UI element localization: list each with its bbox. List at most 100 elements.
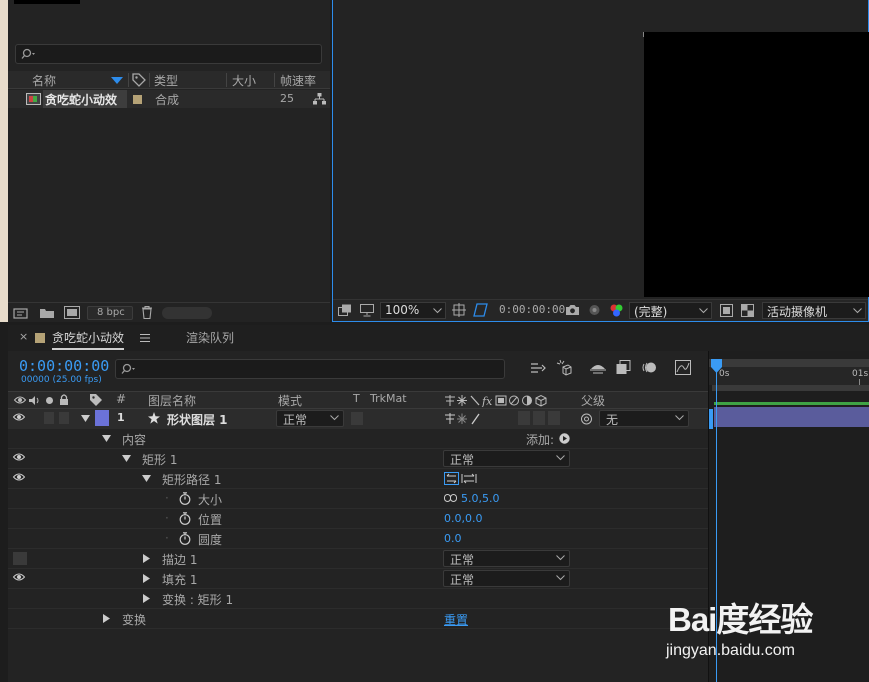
project-item-name[interactable]: 贪吃蛇小动效 bbox=[45, 91, 117, 108]
label-tag-icon[interactable] bbox=[89, 393, 103, 407]
solo-toggle[interactable] bbox=[44, 412, 54, 424]
path-direction-icons[interactable] bbox=[444, 472, 478, 485]
property-row-transform-rectangle[interactable]: 变换 : 矩形 1 bbox=[8, 589, 708, 609]
expand-triangle-icon[interactable] bbox=[102, 435, 111, 442]
region-of-interest-icon[interactable] bbox=[452, 303, 466, 317]
property-row-size[interactable]: · 大小 5.0,5.0 bbox=[8, 489, 708, 509]
property-row-position[interactable]: · 位置 0.0,0.0 bbox=[8, 509, 708, 529]
thumbnail-scroll[interactable] bbox=[162, 307, 212, 319]
stopwatch-icon[interactable] bbox=[179, 492, 191, 505]
eye-icon[interactable] bbox=[13, 472, 25, 482]
graph-editor-icon[interactable] bbox=[675, 360, 691, 375]
project-search-input[interactable] bbox=[15, 44, 322, 64]
layer-name[interactable]: 形状图层 1 bbox=[167, 411, 228, 428]
layer-switches-icons[interactable] bbox=[444, 413, 488, 425]
property-row-roundness[interactable]: · 圆度 0.0 bbox=[8, 529, 708, 549]
composition-mini-flowchart-icon[interactable] bbox=[530, 361, 546, 375]
hide-shy-layers-icon[interactable] bbox=[590, 361, 606, 374]
size-value[interactable]: 5.0,5.0 bbox=[461, 492, 499, 505]
folder-icon[interactable] bbox=[39, 307, 55, 319]
bpc-button[interactable]: 8 bpc bbox=[87, 306, 133, 320]
close-tab-icon[interactable]: × bbox=[19, 330, 28, 343]
draft-3d-icon[interactable] bbox=[555, 359, 572, 376]
work-area-bar[interactable] bbox=[709, 359, 869, 367]
show-snapshot-icon[interactable] bbox=[587, 303, 602, 317]
add-play-icon[interactable] bbox=[559, 433, 570, 444]
property-row-transform[interactable]: 变换 重置 bbox=[8, 609, 708, 629]
column-name[interactable]: 名称 bbox=[32, 72, 56, 89]
collapse-triangle-icon[interactable] bbox=[103, 614, 110, 623]
flowchart-icon[interactable] bbox=[313, 93, 326, 105]
column-parent[interactable]: 父级 bbox=[581, 392, 605, 409]
stroke-visibility-toggle[interactable] bbox=[13, 552, 27, 565]
eye-icon[interactable] bbox=[14, 395, 26, 405]
tab-composition[interactable]: 贪吃蛇小动效 bbox=[52, 325, 125, 350]
timeline-search-input[interactable] bbox=[115, 359, 505, 379]
playhead-handle-icon[interactable] bbox=[711, 359, 722, 373]
new-composition-icon[interactable] bbox=[64, 306, 80, 319]
rectangle-mode-dropdown[interactable]: 正常 bbox=[443, 450, 570, 467]
fast-previews-icon[interactable] bbox=[720, 304, 733, 317]
zoom-dropdown[interactable]: 100% bbox=[380, 302, 446, 319]
column-type[interactable]: 类型 bbox=[154, 72, 178, 89]
time-ruler[interactable]: 0s 01s bbox=[709, 359, 869, 385]
roundness-value[interactable]: 0.0 bbox=[444, 532, 462, 545]
reset-link[interactable]: 重置 bbox=[444, 611, 468, 628]
expand-triangle-icon[interactable] bbox=[81, 415, 90, 422]
column-layer-name[interactable]: 图层名称 bbox=[148, 392, 196, 409]
eye-icon[interactable] bbox=[13, 412, 25, 422]
frame-blending-icon[interactable] bbox=[616, 360, 631, 375]
panel-menu-icon[interactable] bbox=[140, 334, 150, 342]
resolution-dropdown[interactable]: (完整) bbox=[629, 302, 712, 319]
project-item-row[interactable]: 贪吃蛇小动效 合成 25 bbox=[8, 90, 330, 108]
switch-box-2[interactable] bbox=[533, 411, 545, 425]
switch-box-1[interactable] bbox=[518, 411, 530, 425]
expand-triangle-icon[interactable] bbox=[122, 455, 131, 462]
camera-snapshot-icon[interactable] bbox=[565, 304, 580, 316]
layer-duration-bar[interactable] bbox=[714, 407, 869, 427]
monitor-icon[interactable] bbox=[360, 304, 374, 317]
item-label-color[interactable] bbox=[133, 95, 142, 104]
viewer-timecode[interactable]: 0:00:00:00 bbox=[499, 303, 565, 316]
property-row-stroke[interactable]: 描边 1 正常 bbox=[8, 549, 708, 569]
eye-icon[interactable] bbox=[13, 572, 25, 582]
motion-blur-icon[interactable] bbox=[641, 360, 657, 375]
stopwatch-icon[interactable] bbox=[179, 512, 191, 525]
parent-pickwhip-icon[interactable] bbox=[580, 413, 593, 425]
speaker-icon[interactable] bbox=[28, 395, 40, 406]
stroke-mode-dropdown[interactable]: 正常 bbox=[443, 550, 570, 567]
color-channels-icon[interactable] bbox=[609, 303, 624, 318]
solo-dot-icon[interactable] bbox=[45, 396, 54, 405]
lock-toggle[interactable] bbox=[59, 412, 69, 424]
column-mode[interactable]: 模式 bbox=[278, 392, 302, 409]
property-row-rectangle-path[interactable]: 矩形路径 1 bbox=[8, 469, 708, 489]
camera-dropdown[interactable]: 活动摄像机 bbox=[762, 302, 866, 319]
property-row-fill[interactable]: 填充 1 正常 bbox=[8, 569, 708, 589]
position-value[interactable]: 0.0,0.0 bbox=[444, 512, 482, 525]
transparency-grid-icon[interactable] bbox=[741, 304, 754, 317]
column-trkmat[interactable]: TrkMat bbox=[370, 392, 407, 405]
layer-label-color[interactable] bbox=[95, 410, 109, 426]
column-t[interactable]: T bbox=[353, 392, 360, 405]
current-time-display[interactable]: 0:00:00:00 bbox=[19, 357, 109, 375]
preserve-transparency-toggle[interactable] bbox=[351, 412, 363, 425]
property-row-contents[interactable]: 内容 添加: bbox=[8, 429, 708, 449]
column-size[interactable]: 大小 bbox=[232, 72, 256, 89]
column-fps[interactable]: 帧速率 bbox=[280, 72, 316, 89]
switch-box-3[interactable] bbox=[548, 411, 560, 425]
parent-dropdown[interactable]: 无 bbox=[599, 410, 689, 427]
fill-mode-dropdown[interactable]: 正常 bbox=[443, 570, 570, 587]
property-row-rectangle-1[interactable]: 矩形 1 正常 bbox=[8, 449, 708, 469]
composition-canvas[interactable] bbox=[644, 32, 869, 297]
eye-icon[interactable] bbox=[13, 452, 25, 462]
layer-mode-dropdown[interactable]: 正常 bbox=[276, 410, 344, 427]
always-preview-icon[interactable] bbox=[338, 304, 352, 317]
trash-icon[interactable] bbox=[141, 306, 153, 319]
interpret-footage-icon[interactable] bbox=[13, 307, 29, 319]
collapse-triangle-icon[interactable] bbox=[143, 574, 150, 583]
expand-triangle-icon[interactable] bbox=[142, 475, 151, 482]
collapse-triangle-icon[interactable] bbox=[143, 594, 150, 603]
layer-row-shape-layer-1[interactable]: 1 形状图层 1 正常 无 bbox=[8, 409, 708, 429]
constrain-proportions-icon[interactable] bbox=[444, 494, 457, 502]
lock-icon[interactable] bbox=[59, 394, 69, 406]
